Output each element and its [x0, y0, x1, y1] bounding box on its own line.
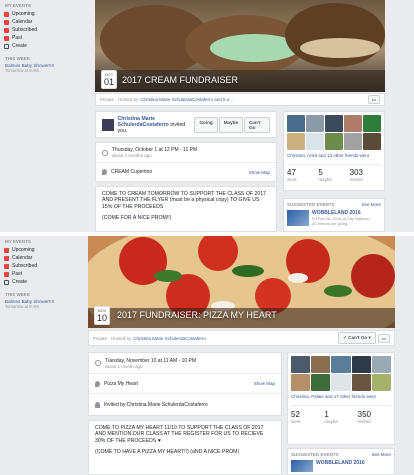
- subscribed-icon: [4, 263, 9, 269]
- description-main: COME TO CREAM TOMORROW TO SUPPORT THE CL…: [102, 191, 267, 210]
- suggested-events-card: SUGGESTED EVENTS See More WOBBLELAND 201…: [283, 198, 385, 232]
- suggested-events-card: SUGGESTED EVENTS See More WOBBLELAND 201…: [287, 448, 395, 475]
- sidebar-item-create[interactable]: Create: [4, 278, 90, 286]
- cant-go-dropdown[interactable]: ✓ Can't Go ▾: [338, 332, 376, 344]
- suggested-heading: SUGGESTED EVENTS: [287, 202, 335, 207]
- clock-icon: [95, 360, 101, 366]
- description-note: (COME FOR A NICE PROM!!): [102, 215, 172, 222]
- event-page-cream: MY EVENTS Upcoming Calendar Subscribed P…: [0, 0, 414, 232]
- sidebar-item-upcoming[interactable]: Upcoming: [4, 10, 90, 18]
- sidebar-item-create[interactable]: Create: [4, 42, 90, 50]
- stat-maybe[interactable]: 1 maybe: [324, 410, 357, 424]
- hosts-link[interactable]: Christina Marie SchulerdaCostaferro and …: [140, 97, 233, 102]
- sidebar-heading: MY EVENTS: [5, 3, 31, 8]
- week-event-time: Tomorrow at 8 AM: [5, 304, 39, 309]
- suggested-event-name[interactable]: WOBBLELAND 2016: [316, 460, 365, 466]
- invite-card: Christina Marie SchulerdaCostaferro invi…: [95, 111, 277, 138]
- this-week-heading: THIS WEEK: [5, 292, 31, 297]
- location-pin-icon: [95, 380, 100, 387]
- description-card: COME TO PIZZA MY HEART 11/10 TO SUPPORT …: [88, 420, 282, 475]
- event-when-relative: about 2 months ago: [112, 153, 152, 158]
- clock-icon: [102, 149, 108, 156]
- past-icon: [4, 271, 9, 277]
- stat-invited[interactable]: 303 invited: [350, 168, 381, 182]
- sidebar-item-subscribed[interactable]: Subscribed: [4, 262, 90, 270]
- this-week-heading: THIS WEEK: [5, 56, 31, 61]
- event-location[interactable]: CREAM Cupertino: [111, 169, 152, 175]
- sidebar-item-calendar[interactable]: Calendar: [4, 254, 90, 262]
- inviter-name[interactable]: Christina Marie SchulerdaCostaferro: [118, 116, 169, 128]
- stat-invited[interactable]: 350 invited: [358, 410, 391, 424]
- stat-went[interactable]: 47 went: [287, 168, 318, 182]
- going-button[interactable]: Going: [194, 117, 218, 133]
- see-more-link[interactable]: See More: [361, 202, 381, 207]
- invited-by-text: Invited by Christina Marie SchulerdaCost…: [104, 401, 208, 408]
- sidebar-item-past[interactable]: Past: [4, 34, 90, 42]
- description-main: COME TO PIZZA MY HEART 11/10 TO SUPPORT …: [95, 425, 264, 444]
- sidebar-item-upcoming[interactable]: Upcoming: [4, 246, 90, 254]
- details-card: Tuesday, November 10 at 11 AM - 10 PM ab…: [88, 352, 282, 416]
- friends-went-text[interactable]: Christina, Palaie and 17 other friends w…: [291, 394, 391, 399]
- sidebar-item-past[interactable]: Past: [4, 270, 90, 278]
- person-icon: [95, 401, 100, 408]
- friends-card: Christina, Ankit and 13 other friends we…: [283, 111, 385, 191]
- date-badge: NOV 10: [94, 306, 110, 325]
- week-event-time: Tomorrow at 8 AM: [5, 68, 39, 73]
- host-bar: Private · Hosted by Christina Marie Schu…: [88, 330, 395, 346]
- sidebar-heading: MY EVENTS: [5, 239, 31, 244]
- more-button[interactable]: •••: [377, 333, 390, 343]
- date-day: 01: [103, 77, 114, 87]
- calendar-icon: [4, 19, 9, 25]
- event-page-pizza: MY EVENTS Upcoming Calendar Subscribed P…: [0, 236, 414, 475]
- event-when: Tuesday, November 10 at 11 AM - 10 PM: [105, 357, 197, 364]
- description-card: COME TO CREAM TOMORROW TO SUPPORT THE CL…: [95, 186, 277, 232]
- plus-icon: [4, 43, 9, 49]
- show-map-link[interactable]: Show Map: [254, 381, 275, 386]
- suggested-event-friends: 22 friends are going...: [312, 221, 351, 226]
- cover-photo: OCT 01 2017 CREAM FUNDRAISER: [95, 0, 385, 92]
- cover-photo: NOV 10 2017 FUNDRAISER: PIZZA MY HEART: [88, 236, 395, 328]
- event-title: 2017 FUNDRAISER: PIZZA MY HEART: [117, 310, 277, 320]
- details-card: Thursday, October 1 at 12 PM - 11 PM abo…: [95, 142, 277, 182]
- cant-go-button[interactable]: Can't Go: [244, 117, 270, 133]
- sidebar-item-calendar[interactable]: Calendar: [4, 18, 90, 26]
- friends-card: Christina, Palaie and 17 other friends w…: [287, 352, 395, 445]
- calendar-icon: [4, 255, 9, 261]
- suggested-heading: SUGGESTED EVENTS: [291, 452, 339, 457]
- sidebar-item-subscribed[interactable]: Subscribed: [4, 26, 90, 34]
- past-icon: [4, 35, 9, 41]
- suggested-event-thumb[interactable]: [287, 210, 309, 226]
- host-bar: Private · Hosted by Christina Marie Schu…: [95, 93, 385, 106]
- stat-maybe[interactable]: 5 maybe: [318, 168, 349, 182]
- maybe-button[interactable]: Maybe: [218, 117, 244, 133]
- plus-icon: [4, 279, 9, 285]
- suggested-event-thumb[interactable]: [291, 460, 313, 472]
- friends-went-text[interactable]: Christina, Ankit and 13 other friends we…: [287, 153, 381, 158]
- events-sidebar: MY EVENTS Upcoming Calendar Subscribed P…: [0, 236, 90, 475]
- event-location[interactable]: Pizza My Heart: [104, 381, 138, 387]
- privacy-label: Private · Hosted by: [100, 97, 139, 102]
- date-badge: OCT 01: [101, 70, 117, 89]
- location-pin-icon: [102, 169, 107, 175]
- see-more-link[interactable]: See More: [371, 452, 391, 457]
- upcoming-icon: [4, 247, 9, 253]
- event-title: 2017 CREAM FUNDRAISER: [122, 75, 239, 85]
- inviter-avatar[interactable]: [102, 119, 114, 131]
- events-sidebar: MY EVENTS Upcoming Calendar Subscribed P…: [0, 0, 90, 232]
- privacy-label: Private · Hosted by: [93, 335, 132, 341]
- stat-went[interactable]: 52 went: [291, 410, 324, 424]
- more-button[interactable]: •••: [367, 95, 380, 104]
- show-map-link[interactable]: Show Map: [249, 170, 270, 175]
- hosts-link[interactable]: Christina Marie SchulerdaCostaferro: [133, 336, 206, 341]
- upcoming-icon: [4, 11, 9, 17]
- description-note: (COME TO HAVE A PIZZA MY HEART!!) (aND A…: [95, 449, 240, 456]
- date-day: 10: [96, 313, 107, 323]
- friend-avatars[interactable]: [287, 115, 381, 150]
- friend-avatars[interactable]: [291, 356, 391, 391]
- subscribed-icon: [4, 27, 9, 33]
- event-when-relative: about 1 month ago: [105, 363, 143, 369]
